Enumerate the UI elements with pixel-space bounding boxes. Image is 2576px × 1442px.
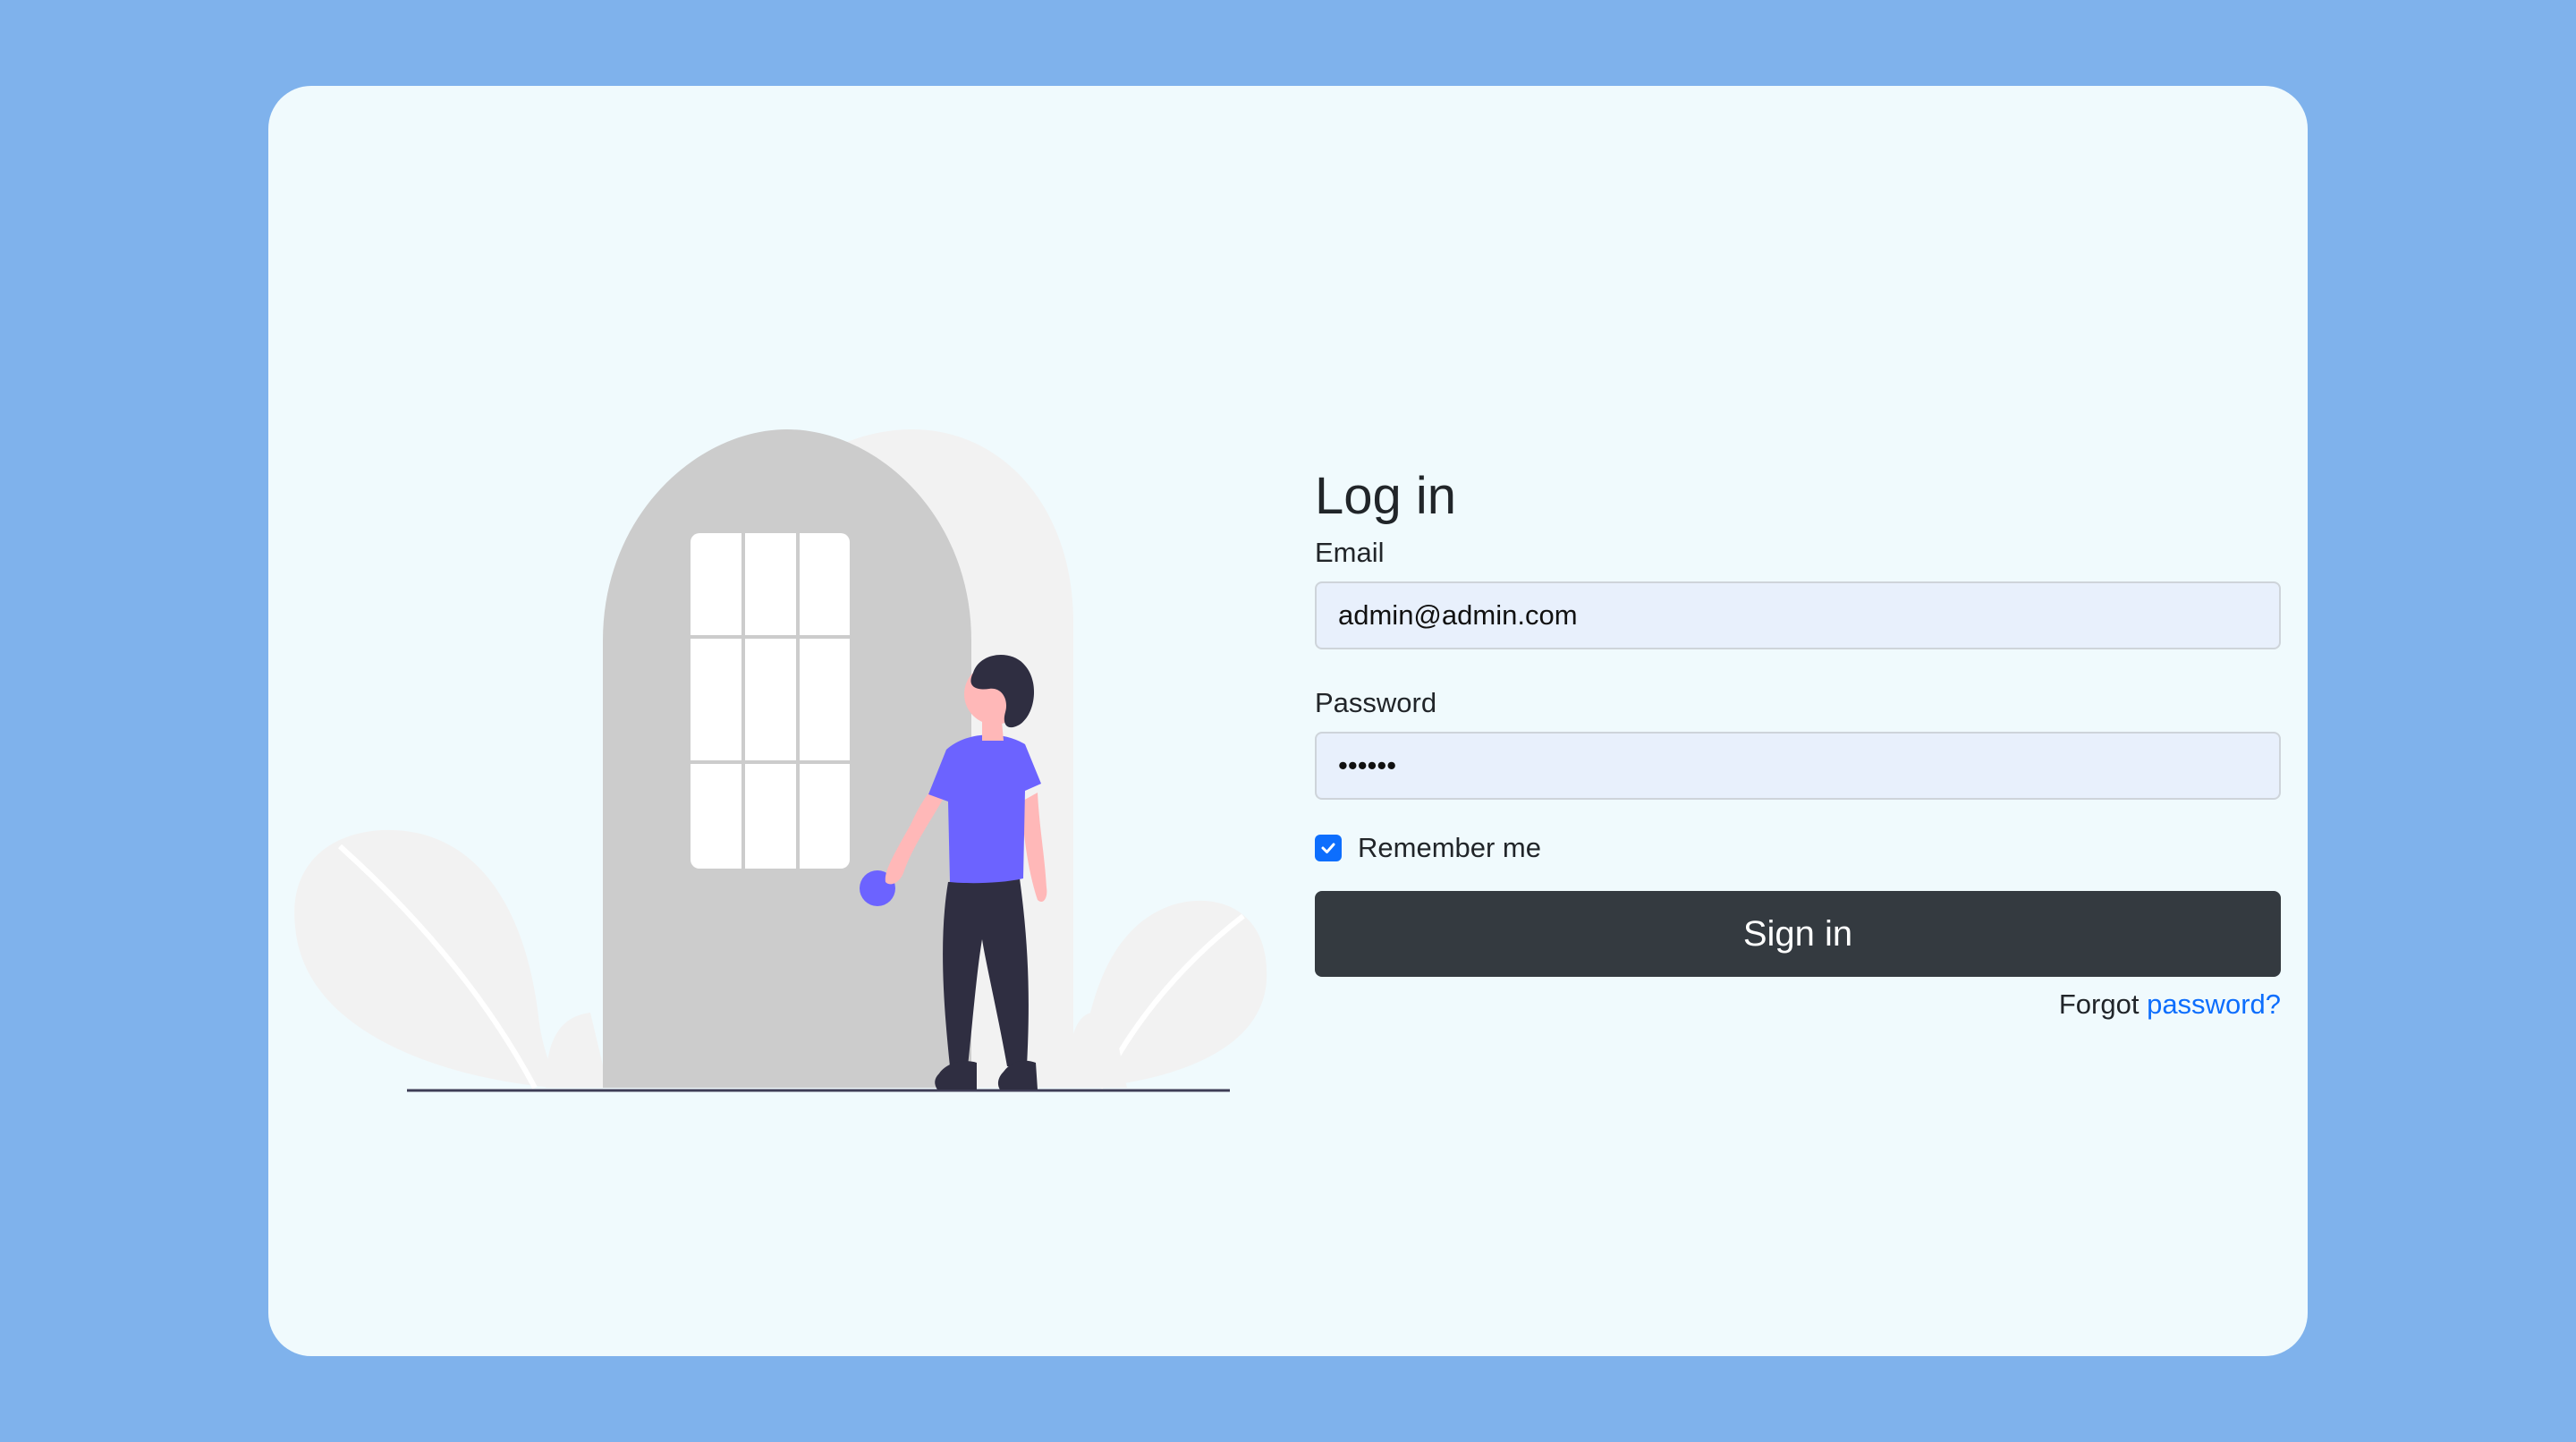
forgot-password-link[interactable]: password? — [2147, 988, 2281, 1020]
login-card: Log in Email admin@admin.com Password ••… — [268, 86, 2308, 1356]
page-title: Log in — [1315, 467, 1457, 525]
password-label: Password — [1315, 687, 1437, 718]
email-value: admin@admin.com — [1338, 599, 1578, 631]
password-value: •••••• — [1338, 750, 1397, 781]
forgot-prefix: Forgot — [2058, 988, 2140, 1020]
remember-me-row: Remember me — [1315, 830, 2281, 866]
email-field[interactable]: admin@admin.com — [1315, 581, 2281, 649]
remember-me-checkbox[interactable] — [1315, 835, 1342, 861]
email-label: Email — [1315, 537, 1385, 568]
checkmark-icon — [1321, 843, 1335, 853]
remember-me-label[interactable]: Remember me — [1358, 832, 1541, 864]
person-at-door-illustration — [286, 426, 1270, 1106]
sign-in-button[interactable]: Sign in — [1315, 891, 2281, 977]
login-form: Log in Email admin@admin.com Password ••… — [1315, 456, 2281, 1025]
forgot-password-row: Forgot password? — [1315, 984, 2281, 1025]
password-field[interactable]: •••••• — [1315, 732, 2281, 800]
